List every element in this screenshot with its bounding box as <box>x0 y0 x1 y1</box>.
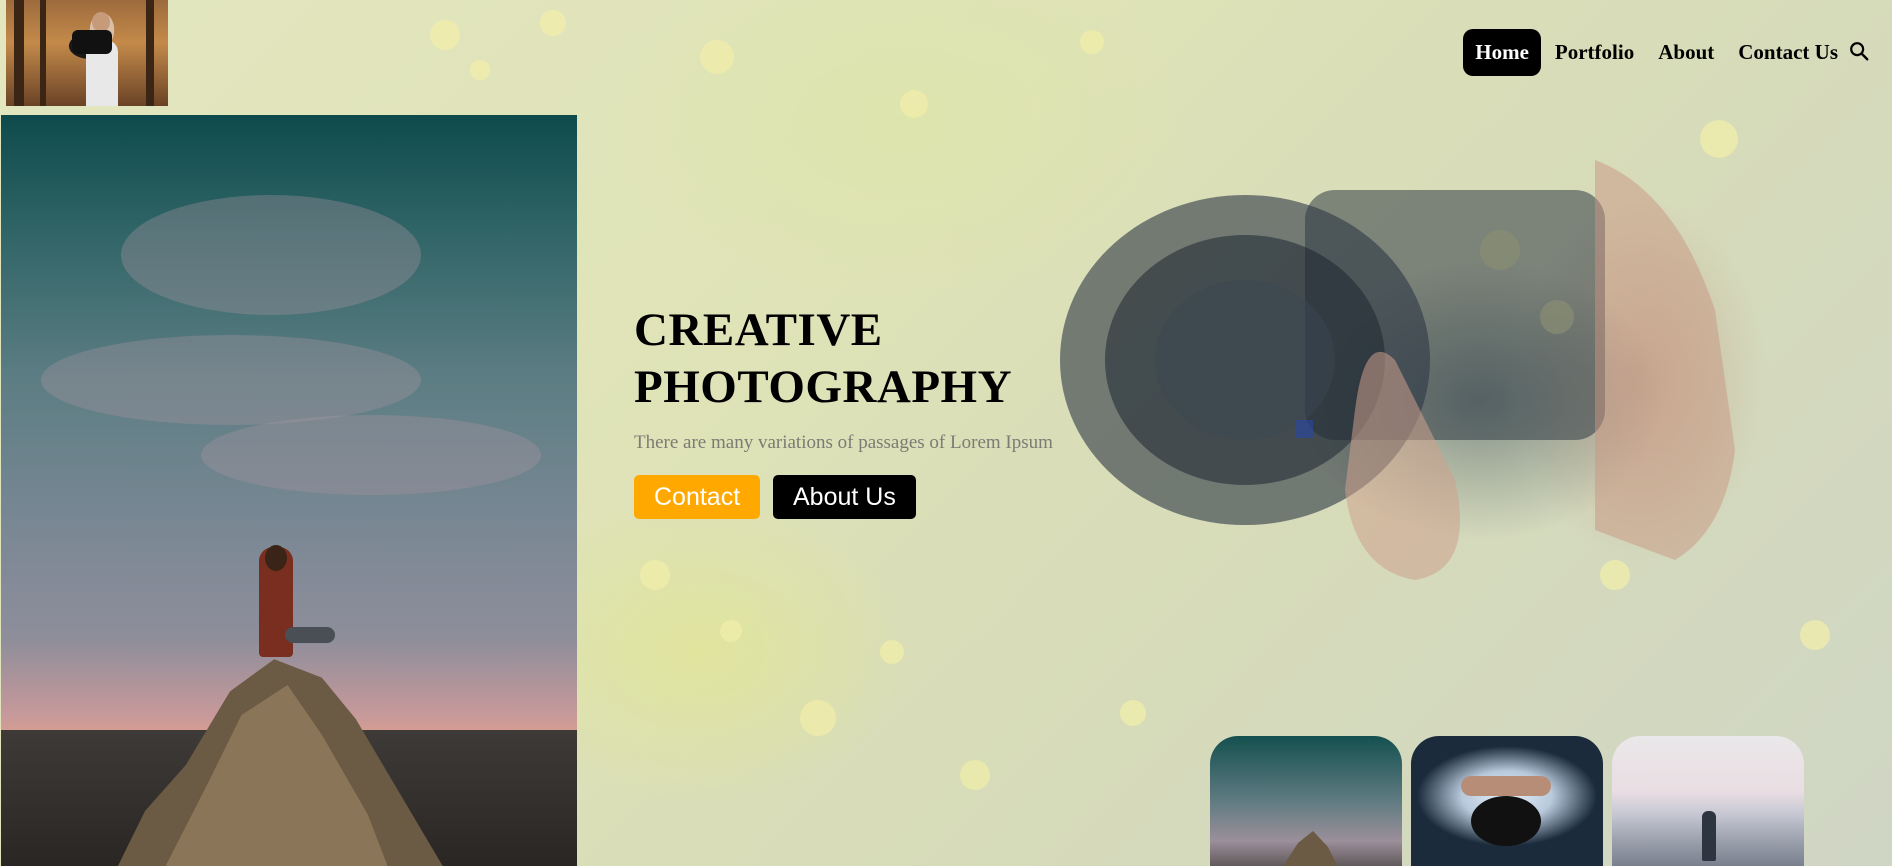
nav-item-home[interactable]: Home <box>1463 29 1541 76</box>
page-title: CREATIVE PHOTOGRAPHY <box>634 302 1012 416</box>
logo[interactable] <box>6 0 168 106</box>
nav-item-about[interactable]: About <box>1646 29 1726 76</box>
title-line-2: PHOTOGRAPHY <box>634 361 1013 413</box>
search-icon[interactable] <box>1848 40 1870 62</box>
hero-subtitle: There are many variations of passages of… <box>634 432 1053 453</box>
gallery-thumbnail-1[interactable] <box>1210 736 1402 866</box>
title-line-1: CREATIVE <box>634 304 883 356</box>
main-nav: Home Portfolio About Contact Us <box>1463 29 1870 76</box>
nav-item-contact-us[interactable]: Contact Us <box>1726 29 1842 76</box>
hero-image <box>1 115 577 866</box>
gallery-thumbnail-3[interactable] <box>1612 736 1804 866</box>
about-us-button[interactable]: About Us <box>773 475 916 519</box>
contact-button[interactable]: Contact <box>634 475 761 519</box>
nav-item-portfolio[interactable]: Portfolio <box>1543 29 1646 76</box>
page: Home Portfolio About Contact Us CREATIVE… <box>0 0 1892 866</box>
camera-background-graphic <box>1060 160 1735 580</box>
gallery-thumbnail-2[interactable] <box>1411 736 1603 866</box>
